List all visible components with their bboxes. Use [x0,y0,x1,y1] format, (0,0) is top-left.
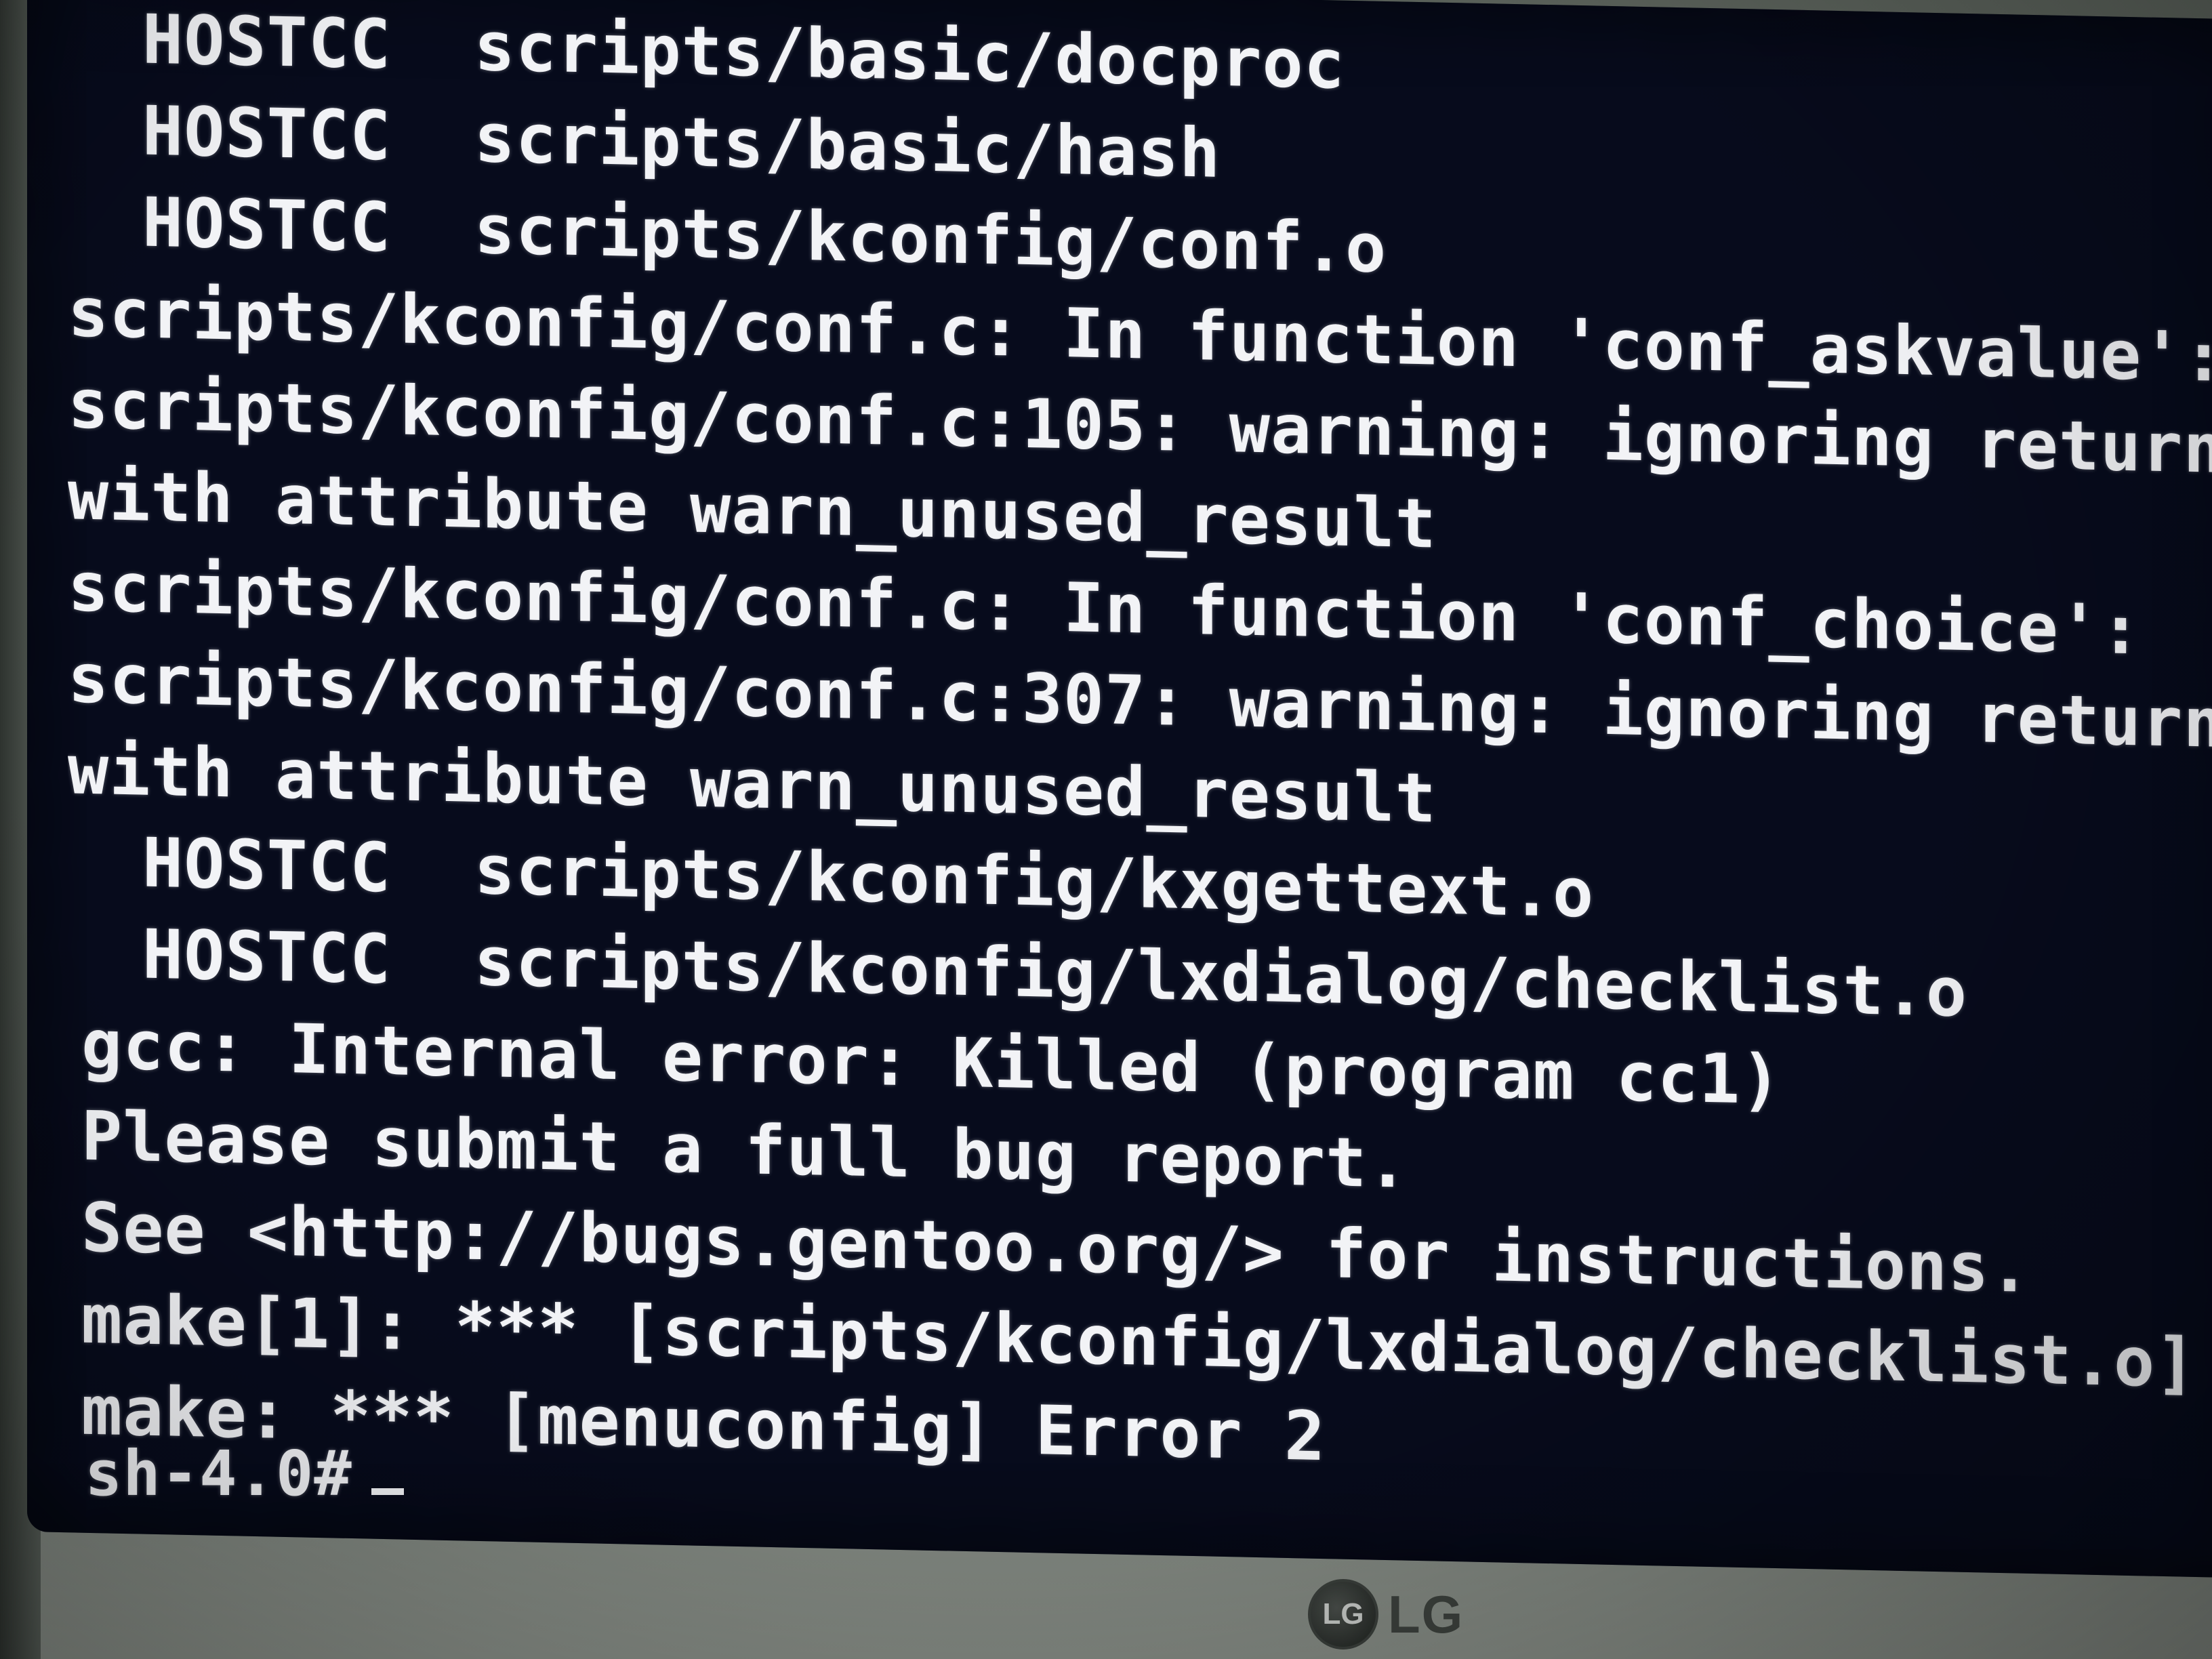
shell-prompt: sh-4.0# [85,1437,352,1510]
shell-prompt-line[interactable]: sh-4.0# [85,1440,404,1508]
terminal-line: with attribute warn_unused_result [68,730,1437,838]
monitor-screen: HOSTCC scripts/basic/docproc HOSTCC scri… [27,0,2212,1578]
terminal-line: HOSTCC scripts/kconfig/conf.o [142,182,1387,289]
photo-frame: HOSTCC scripts/basic/docproc HOSTCC scri… [0,0,2212,1659]
terminal-line: with attribute warn_unused_result [68,455,1437,564]
terminal-line: HOSTCC scripts/basic/docproc [142,1,1345,104]
terminal-line: HOSTCC scripts/kconfig/kxgettext.o [142,823,1595,933]
lg-logo-icon: LG [1308,1579,1378,1650]
text-cursor [371,1488,404,1495]
terminal-line: HOSTCC scripts/basic/hash [142,91,1221,193]
terminal-line: Please submit a full bug report. [81,1096,1409,1204]
terminal-console[interactable]: HOSTCC scripts/basic/docproc HOSTCC scri… [68,1,2212,1523]
brand-name: LG [1388,1584,1465,1644]
brand-logo: LG LG [1308,1579,1464,1650]
